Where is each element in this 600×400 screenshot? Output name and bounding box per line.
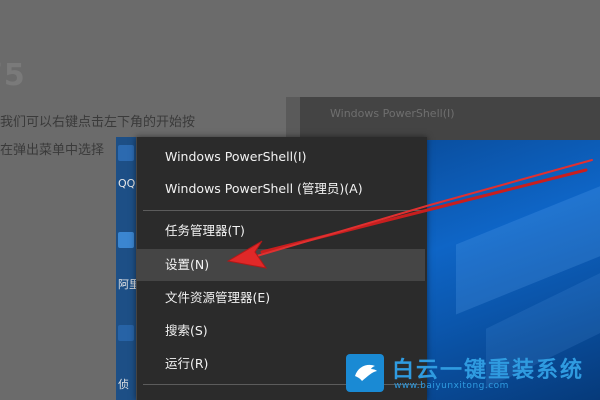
article-heading: 75 [0,58,26,93]
qq-desktop-icon[interactable] [118,145,134,161]
menu-separator [143,210,423,211]
watermark-title: 白云一键重装系统 [392,358,585,383]
article-text-line-1: 我们可以右键点击左下角的开始按 [0,115,196,130]
watermark-url: www.baiyunxitong.com [394,381,509,391]
menu-item-powershell-admin[interactable]: Windows PowerShell (管理员)(A) [137,173,425,205]
bird-icon [346,354,384,392]
background-screenshot-edge [286,97,300,140]
menu-item-task-manager[interactable]: 任务管理器(T) [137,215,425,247]
menu-item-file-explorer[interactable]: 文件资源管理器(E) [137,282,425,314]
menu-item-powershell[interactable]: Windows PowerShell(I) [137,141,425,173]
menu-item-search[interactable]: 搜索(S) [137,315,425,347]
watermark-logo: 白云一键重装系统 www.baiyunxitong.com [346,352,596,398]
article-text-line-2: 在弹出菜单中选择 [0,143,105,158]
app-desktop-icon[interactable] [118,325,134,341]
desktop-icon-label: QQ [118,177,136,190]
desktop-icon-label: 侦 [118,378,129,391]
background-ghost-menu-item: Windows PowerShell(I) [330,107,455,120]
background-screenshot: Windows PowerShell(I) [286,97,600,140]
app-desktop-icon[interactable] [118,232,134,248]
menu-item-settings[interactable]: 设置(N) [137,249,425,281]
